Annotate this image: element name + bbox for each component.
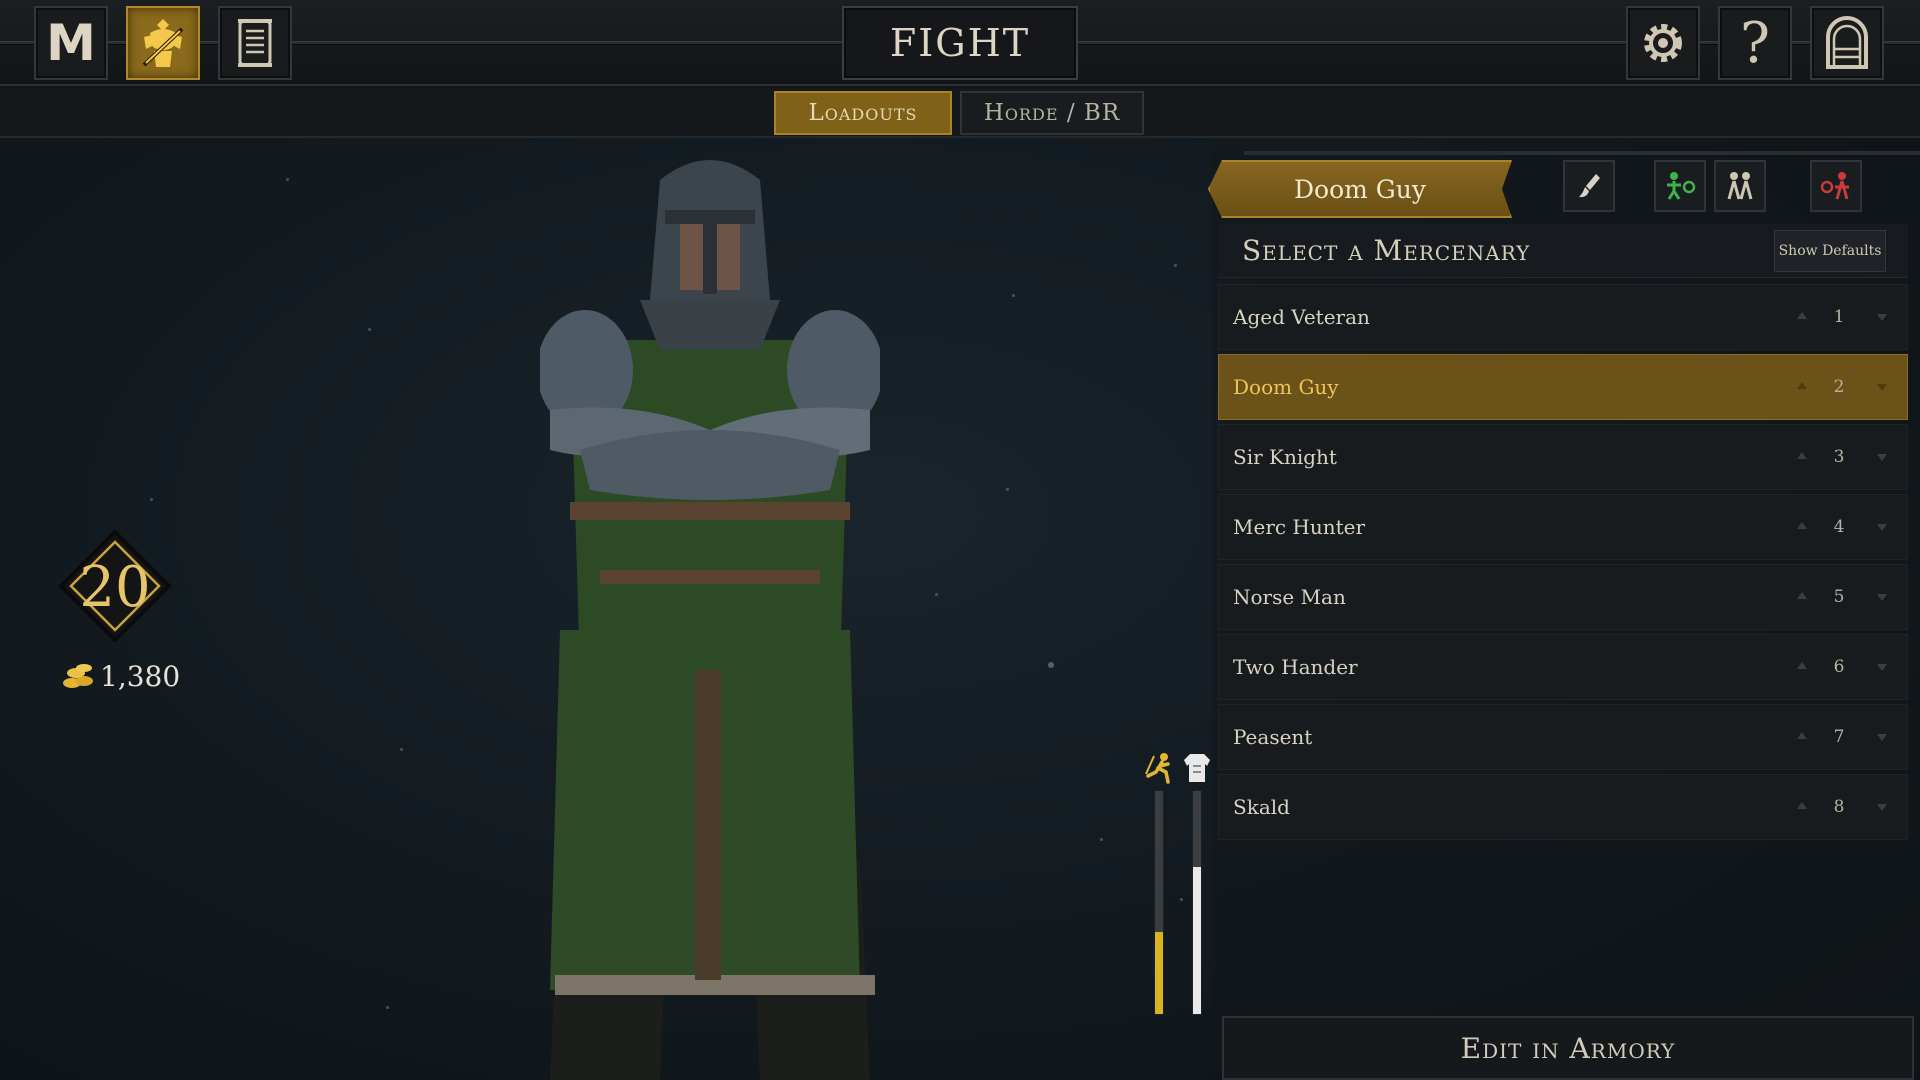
mercenary-name: Doom Guy (1233, 375, 1339, 399)
gold-balance: 1,380 (62, 656, 180, 696)
speed-stat-fill (1155, 931, 1163, 1014)
help-button[interactable]: ? (1718, 6, 1792, 80)
running-man-icon (1145, 753, 1170, 784)
speed-stat-bar (1154, 790, 1164, 1015)
move-up-icon[interactable] (1797, 522, 1807, 529)
mercenary-row[interactable]: Sir Knight 3 (1218, 424, 1908, 490)
exit-button[interactable] (1810, 6, 1884, 80)
move-down-icon[interactable] (1877, 454, 1887, 461)
tab-loadouts[interactable]: Loadouts (774, 91, 952, 135)
new-mercenary-button[interactable] (1654, 160, 1706, 212)
mercenary-name: Aged Veteran (1233, 305, 1370, 329)
move-down-icon[interactable] (1877, 594, 1887, 601)
mercenary-order: 1 (1833, 307, 1845, 327)
move-up-icon[interactable] (1797, 732, 1807, 739)
top-navigation-bar: M FIGHT ? (0, 0, 1920, 86)
gold-amount: 1,380 (100, 659, 181, 693)
show-defaults-button[interactable]: Show Defaults (1774, 230, 1886, 272)
move-up-icon[interactable] (1797, 312, 1807, 319)
move-down-icon[interactable] (1877, 664, 1887, 671)
mercenary-order: 5 (1833, 587, 1845, 607)
mercenary-name: Norse Man (1233, 585, 1346, 609)
mercenary-order: 2 (1833, 377, 1845, 397)
mercenary-row[interactable]: Aged Veteran 1 (1218, 284, 1908, 350)
move-down-icon[interactable] (1877, 734, 1887, 741)
group-mercenary-icon (1727, 172, 1753, 200)
edit-in-armory-button[interactable]: Edit in Armory (1222, 1016, 1914, 1080)
customize-button[interactable] (1563, 160, 1615, 212)
exit-door-icon (1826, 16, 1868, 69)
armor-stat-bar (1192, 790, 1202, 1015)
add-mercenary-icon (1667, 172, 1696, 200)
mordhau-logo-icon: M (46, 14, 96, 72)
tab-horde-br[interactable]: Horde / BR (960, 91, 1144, 135)
move-up-icon[interactable] (1797, 662, 1807, 669)
mercenary-order: 4 (1833, 517, 1845, 537)
select-mercenary-title: Select a Mercenary (1242, 234, 1531, 267)
mercenary-row[interactable]: Norse Man 5 (1218, 564, 1908, 630)
move-down-icon[interactable] (1877, 314, 1887, 321)
remove-mercenary-icon (1820, 172, 1849, 200)
paint-brush-icon (1579, 174, 1600, 198)
duplicate-mercenary-button[interactable] (1714, 160, 1766, 212)
loadout-button[interactable] (126, 6, 200, 80)
gold-coins-icon (63, 664, 93, 688)
delete-mercenary-button[interactable] (1810, 160, 1862, 212)
mercenary-name: Peasent (1233, 725, 1313, 749)
armor-icon (1184, 754, 1210, 782)
mercenary-row[interactable]: Doom Guy 2 (1218, 354, 1908, 420)
player-level: 20 (79, 555, 151, 620)
patch-notes-button[interactable] (218, 6, 292, 80)
mercenary-row[interactable]: Peasent 7 (1218, 704, 1908, 770)
sub-tab-bar: Loadouts Horde / BR (0, 88, 1920, 138)
mercenary-order: 7 (1833, 727, 1845, 747)
move-up-icon[interactable] (1797, 452, 1807, 459)
move-up-icon[interactable] (1797, 382, 1807, 389)
mercenary-character-model (540, 160, 880, 1080)
mercenary-name: Two Hander (1233, 655, 1358, 679)
scroll-icon (238, 19, 272, 67)
mercenary-name: Sir Knight (1233, 445, 1337, 469)
current-loadout-name: Doom Guy (1208, 160, 1512, 218)
move-up-icon[interactable] (1797, 592, 1807, 599)
gear-icon (1644, 24, 1682, 62)
move-down-icon[interactable] (1877, 384, 1887, 391)
character-loadout-icon (142, 19, 184, 67)
mercenary-list: Aged Veteran 1 Doom Guy 2 Sir Knight 3 Merc Hu… (1218, 284, 1908, 844)
fight-title: FIGHT (842, 6, 1078, 80)
mercenary-order: 8 (1833, 797, 1845, 817)
move-down-icon[interactable] (1877, 524, 1887, 531)
mercenary-row[interactable]: Two Hander 6 (1218, 634, 1908, 700)
move-up-icon[interactable] (1797, 802, 1807, 809)
main-menu-button[interactable]: M (34, 6, 108, 80)
move-down-icon[interactable] (1877, 804, 1887, 811)
mercenary-name: Skald (1233, 795, 1290, 819)
armor-stat-fill (1193, 866, 1201, 1014)
settings-button[interactable] (1626, 6, 1700, 80)
mercenary-row[interactable]: Merc Hunter 4 (1218, 494, 1908, 560)
mercenary-order: 6 (1833, 657, 1845, 677)
mercenary-row[interactable]: Skald 8 (1218, 774, 1908, 840)
help-icon: ? (1739, 10, 1771, 76)
mercenary-order: 3 (1833, 447, 1845, 467)
mercenary-name: Merc Hunter (1233, 515, 1366, 539)
select-mercenary-header: Select a Mercenary Show Defaults (1218, 224, 1908, 278)
panel-header-rail (1244, 151, 1920, 155)
